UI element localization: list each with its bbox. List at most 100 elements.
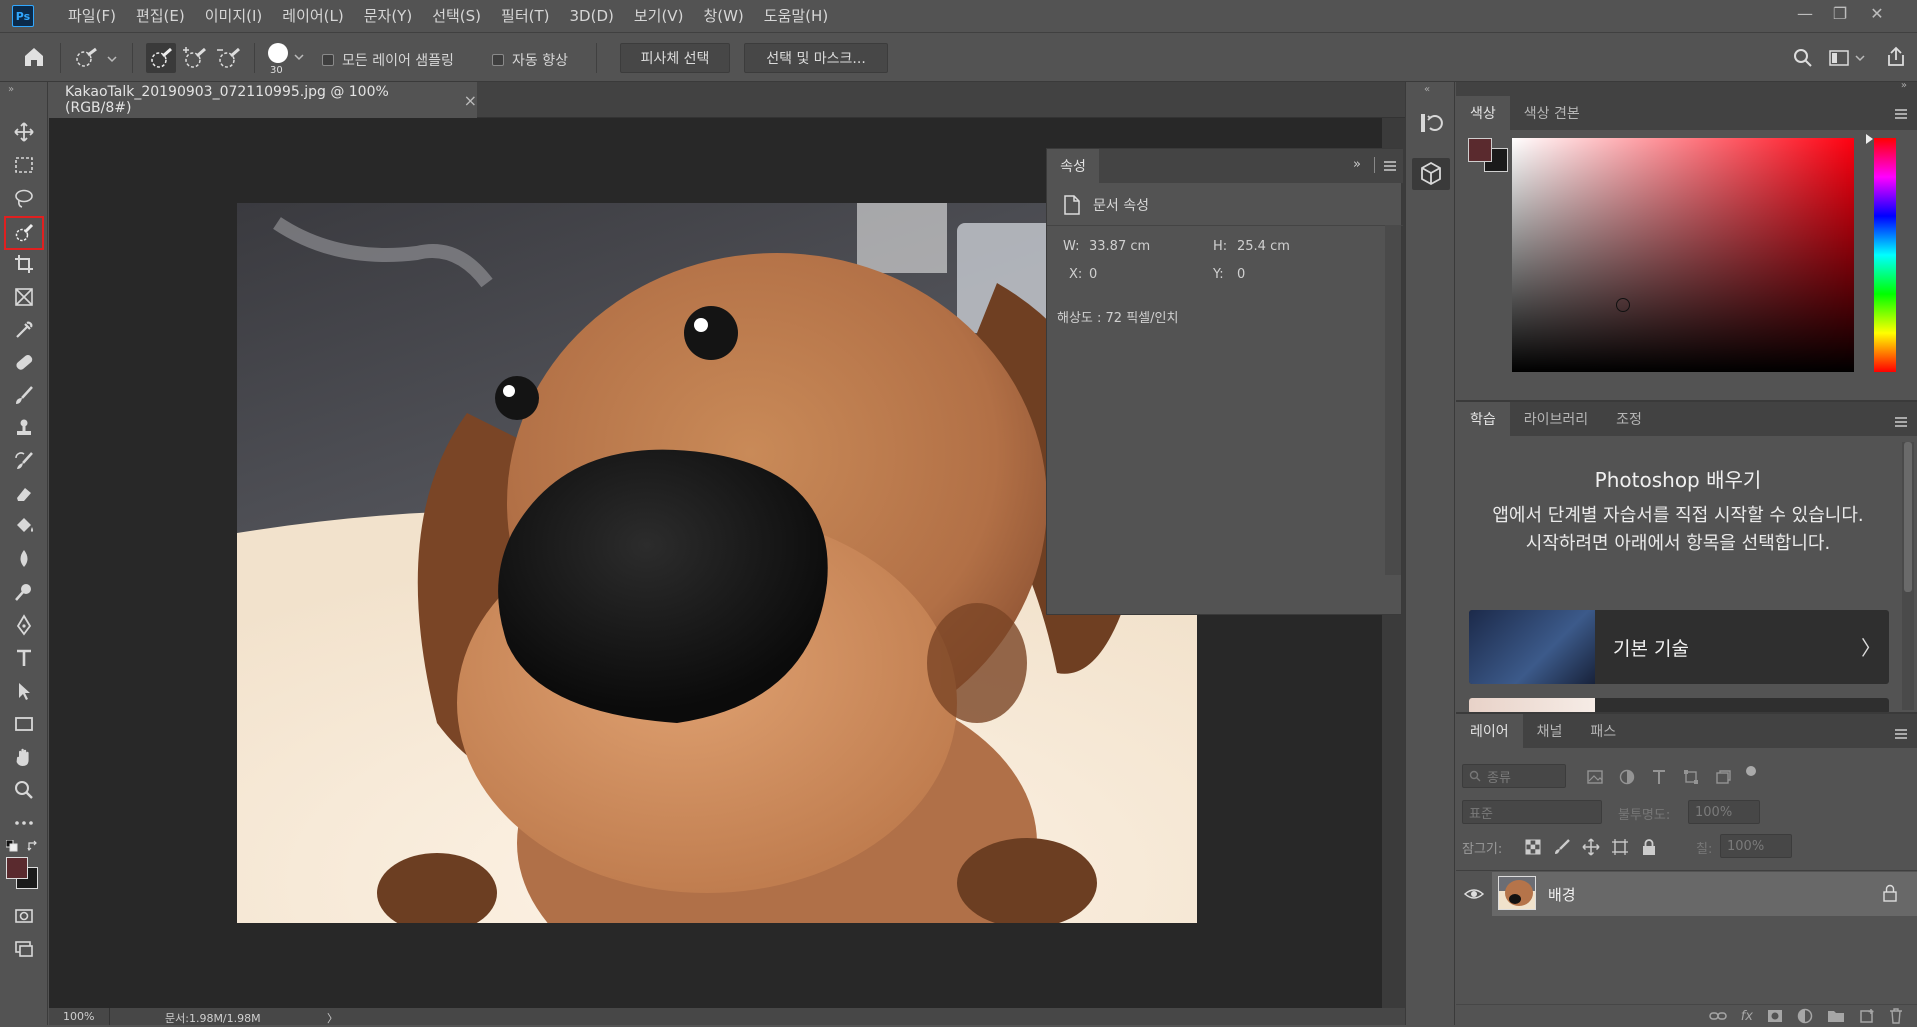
layer-lock-icon[interactable] xyxy=(1882,884,1898,902)
foreground-color-swatch[interactable] xyxy=(6,857,28,879)
move-tool-icon[interactable] xyxy=(10,118,38,146)
dodge-tool-icon[interactable] xyxy=(10,578,38,606)
sample-all-layers-checkbox[interactable] xyxy=(322,54,334,66)
hue-slider[interactable] xyxy=(1874,138,1896,372)
lasso-tool-icon[interactable] xyxy=(10,184,38,212)
history-panel-icon[interactable] xyxy=(1418,110,1444,136)
panel-menu-icon[interactable] xyxy=(1383,158,1397,171)
menu-filter[interactable]: 필터(T) xyxy=(491,0,559,32)
quick-selection-tool-icon[interactable] xyxy=(4,216,44,250)
color-foreground-swatch[interactable] xyxy=(1468,138,1492,162)
y-value[interactable]: 0 xyxy=(1237,267,1245,282)
learn-scrollbar[interactable] xyxy=(1902,442,1914,710)
add-mask-icon[interactable] xyxy=(1767,1009,1783,1023)
new-group-icon[interactable] xyxy=(1827,1009,1845,1023)
healing-brush-tool-icon[interactable] xyxy=(10,348,38,376)
rectangle-tool-icon[interactable] xyxy=(10,710,38,738)
collapse-panels-icon[interactable]: » xyxy=(1901,80,1907,91)
path-selection-tool-icon[interactable] xyxy=(10,677,38,705)
rectangular-marquee-tool-icon[interactable] xyxy=(10,151,38,179)
opacity-field[interactable]: 100% xyxy=(1688,800,1760,824)
close-document-icon[interactable]: × xyxy=(464,91,477,110)
search-icon[interactable] xyxy=(1792,47,1814,69)
color-field[interactable] xyxy=(1512,138,1854,372)
menu-help[interactable]: 도움말(H) xyxy=(754,0,838,32)
eraser-tool-icon[interactable] xyxy=(10,480,38,508)
menu-layer[interactable]: 레이어(L) xyxy=(272,0,353,32)
zoom-level[interactable]: 100% xyxy=(63,1010,94,1023)
close-window-button[interactable]: ✕ xyxy=(1862,2,1892,26)
menu-view[interactable]: 보기(V) xyxy=(624,0,694,32)
menu-image[interactable]: 이미지(I) xyxy=(195,0,273,32)
eyedropper-tool-icon[interactable] xyxy=(10,316,38,344)
tab-properties[interactable]: 속성 xyxy=(1047,149,1099,183)
properties-scrollbar[interactable] xyxy=(1385,225,1401,575)
basic-skills-card[interactable]: 기본 기술 〉 xyxy=(1469,610,1889,684)
lock-position-icon[interactable] xyxy=(1582,838,1600,856)
panel-collapse-icon[interactable]: » xyxy=(1353,157,1361,172)
frame-tool-icon[interactable] xyxy=(10,283,38,311)
color-panel-menu-icon[interactable] xyxy=(1894,106,1908,119)
layer-filter-kind[interactable]: 종류 xyxy=(1462,764,1566,788)
add-to-selection-icon[interactable] xyxy=(180,43,210,73)
tab-layers[interactable]: 레이어 xyxy=(1456,714,1523,748)
tab-adjustments[interactable]: 조정 xyxy=(1602,402,1656,436)
filter-toggle-icon[interactable] xyxy=(1746,766,1756,776)
tool-preset-picker[interactable] xyxy=(72,45,118,71)
layers-panel-menu-icon[interactable] xyxy=(1894,726,1908,739)
home-icon[interactable] xyxy=(22,45,48,69)
width-value[interactable]: 33.87 cm xyxy=(1089,239,1150,254)
tab-swatches[interactable]: 색상 견본 xyxy=(1510,96,1594,130)
menu-file[interactable]: 파일(F) xyxy=(58,0,126,32)
document-tab[interactable]: KakaoTalk_20190903_072110995.jpg @ 100% … xyxy=(49,82,477,118)
menu-select[interactable]: 선택(S) xyxy=(422,0,491,32)
hand-tool-icon[interactable] xyxy=(10,743,38,771)
link-layers-icon[interactable] xyxy=(1708,1010,1727,1022)
x-value[interactable]: 0 xyxy=(1089,267,1097,282)
status-menu-arrow[interactable]: 〉 xyxy=(327,1010,338,1026)
screen-mode-icon[interactable] xyxy=(10,935,38,963)
subtract-from-selection-icon[interactable] xyxy=(214,43,244,73)
collapse-strip-icon[interactable]: « xyxy=(1424,84,1430,95)
workspace-icon[interactable] xyxy=(1828,47,1868,69)
clone-stamp-tool-icon[interactable] xyxy=(10,414,38,442)
auto-enhance-checkbox[interactable] xyxy=(492,54,504,66)
crop-tool-icon[interactable] xyxy=(10,250,38,278)
sample-all-layers-option[interactable]: 모든 레이어 샘플링 xyxy=(322,50,454,70)
share-icon[interactable] xyxy=(1884,45,1908,69)
lock-all-icon[interactable] xyxy=(1640,838,1658,856)
brush-tool-icon[interactable] xyxy=(10,381,38,409)
menu-edit[interactable]: 편집(E) xyxy=(126,0,195,32)
lock-artboard-icon[interactable] xyxy=(1611,838,1629,856)
tab-libraries[interactable]: 라이브러리 xyxy=(1510,402,1602,436)
tab-paths[interactable]: 패스 xyxy=(1576,714,1630,748)
menu-3d[interactable]: 3D(D) xyxy=(560,0,624,32)
history-brush-tool-icon[interactable] xyxy=(10,447,38,475)
new-layer-icon[interactable] xyxy=(1859,1008,1875,1024)
restore-button[interactable]: ❐ xyxy=(1825,2,1855,26)
swap-colors-icon[interactable] xyxy=(27,838,39,852)
learn-panel-menu-icon[interactable] xyxy=(1894,414,1908,427)
menu-type[interactable]: 문자(Y) xyxy=(354,0,422,32)
type-tool-icon[interactable] xyxy=(10,644,38,672)
layer-name[interactable]: 배경 xyxy=(1548,884,1576,905)
hue-slider-marker[interactable] xyxy=(1866,134,1873,144)
blur-tool-icon[interactable] xyxy=(10,545,38,573)
select-and-mask-button[interactable]: 선택 및 마스크... xyxy=(744,43,888,73)
more-tools-icon[interactable] xyxy=(10,809,38,837)
menu-window[interactable]: 창(W) xyxy=(693,0,753,32)
select-subject-button[interactable]: 피사체 선택 xyxy=(620,43,730,73)
delete-layer-icon[interactable] xyxy=(1889,1008,1903,1024)
quick-mask-icon[interactable] xyxy=(10,902,38,930)
tab-channels[interactable]: 채널 xyxy=(1523,714,1577,748)
new-selection-icon[interactable] xyxy=(146,43,176,73)
zoom-tool-icon[interactable] xyxy=(10,776,38,804)
collapse-toolbar-icon[interactable]: » xyxy=(8,84,14,95)
lock-transparent-pixels-icon[interactable] xyxy=(1524,838,1542,856)
lock-image-pixels-icon[interactable] xyxy=(1553,838,1571,856)
height-value[interactable]: 25.4 cm xyxy=(1237,239,1290,254)
blend-mode-select[interactable]: 표준 xyxy=(1462,800,1602,824)
fill-field[interactable]: 100% xyxy=(1720,834,1792,858)
auto-enhance-option[interactable]: 자동 향상 xyxy=(492,50,568,70)
layer-style-fx-icon[interactable]: fx xyxy=(1741,1009,1753,1024)
